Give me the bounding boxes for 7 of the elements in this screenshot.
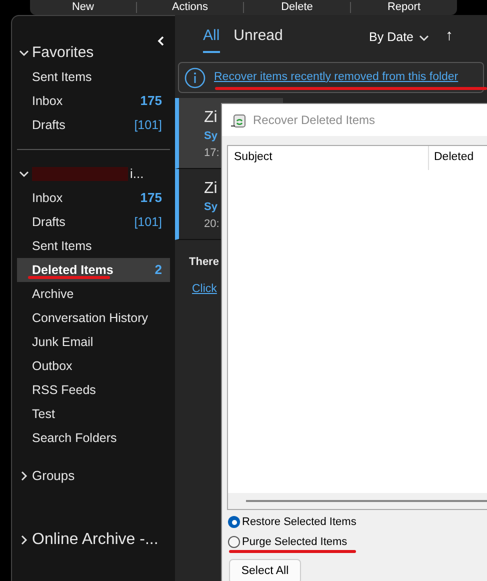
window-title: Recover Deleted Items xyxy=(253,112,376,129)
unread-count: [101] xyxy=(134,116,162,134)
unread-count: 175 xyxy=(140,189,162,208)
unread-count: [101] xyxy=(134,214,162,231)
unread-count: 175 xyxy=(140,92,162,110)
notice-text: There xyxy=(189,255,219,270)
unread-count: 2 xyxy=(154,261,162,280)
